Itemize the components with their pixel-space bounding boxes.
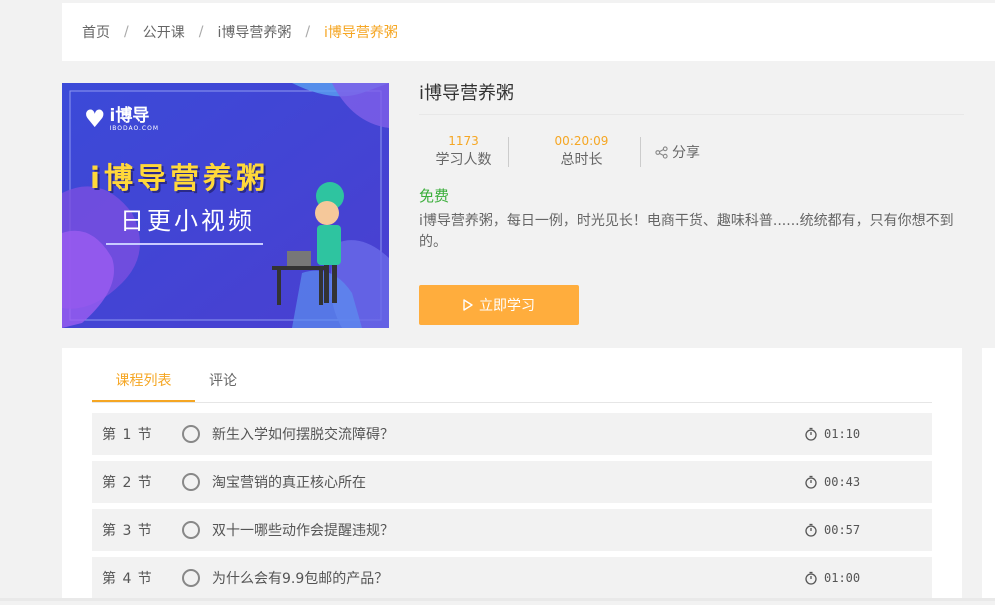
learners-label: 学习人数 xyxy=(435,152,492,168)
stopwatch-icon xyxy=(805,475,817,489)
breadcrumb-separator: / xyxy=(305,24,311,40)
top-bar: 首页 / 公开课 / i博导营养粥 / i博导营养粥 xyxy=(62,3,995,61)
progress-circle-icon xyxy=(182,569,200,587)
tab-comments[interactable]: 评论 xyxy=(197,360,249,402)
lesson-index: 第 1 节 xyxy=(102,427,153,443)
lesson-duration-value: 00:57 xyxy=(824,523,861,537)
breadcrumb-open-course[interactable]: 公开课 xyxy=(143,22,185,42)
duration-value: 00:20:09 xyxy=(554,134,609,148)
course-info: i博导营养粥 1173 学习人数 00:20:09 总时长 分享 免费 i博导营… xyxy=(419,80,964,325)
tab-lesson-list[interactable]: 课程列表 xyxy=(92,360,195,402)
breadcrumb: 首页 / 公开课 / i博导营养粥 / i博导营养粥 xyxy=(82,3,398,61)
course-description: i博导营养粥，每日一例，时光见长！电商干货、趣味科普......统统都有，只有你… xyxy=(419,213,954,250)
stopwatch-icon xyxy=(805,523,817,537)
stopwatch-icon xyxy=(805,571,817,585)
lesson-item[interactable]: 第 2 节 淘宝营销的真正核心所在 00:43 xyxy=(92,461,932,503)
breadcrumb-separator: / xyxy=(198,24,204,40)
duration-stat: 00:20:09 总时长 xyxy=(523,133,640,171)
lesson-duration-value: 00:43 xyxy=(824,475,861,489)
lesson-duration: 00:43 xyxy=(804,461,860,503)
course-banner: ♥ i博导 IBODAO.COM i博导营养粥 日更小视频 xyxy=(62,83,389,328)
banner-logo-sub: IBODAO.COM xyxy=(109,124,160,132)
learners-stat: 1173 学习人数 xyxy=(419,133,508,171)
content-tabs: 课程列表 评论 xyxy=(92,360,932,403)
banner-logo: ♥ i博导 IBODAO.COM xyxy=(84,105,159,133)
heart-logo-icon: ♥ xyxy=(84,105,106,133)
breadcrumb-course[interactable]: i博导营养粥 xyxy=(217,22,291,42)
stat-divider xyxy=(640,137,641,167)
course-title: i博导营养粥 xyxy=(419,80,964,115)
course-content-panel: 课程列表 评论 第 1 节 新生入学如何摆脱交流障碍？ 01:10 第 2 节 … xyxy=(62,348,962,601)
stat-divider xyxy=(508,137,509,167)
lesson-list: 第 1 节 新生入学如何摆脱交流障碍？ 01:10 第 2 节 淘宝营销的真正核… xyxy=(92,413,932,605)
lesson-duration-value: 01:10 xyxy=(824,427,861,441)
progress-circle-icon xyxy=(182,425,200,443)
study-now-label: 立即学习 xyxy=(479,298,535,314)
lesson-item[interactable]: 第 4 节 为什么会有9.9包邮的产品？ 01:00 xyxy=(92,557,932,599)
course-stats: 1173 学习人数 00:20:09 总时长 分享 xyxy=(419,129,964,175)
lesson-duration: 00:57 xyxy=(804,509,860,551)
stopwatch-icon xyxy=(805,427,817,441)
progress-circle-icon xyxy=(182,521,200,539)
study-now-button[interactable]: 立即学习 xyxy=(419,285,579,325)
breadcrumb-current: i博导营养粥 xyxy=(324,25,398,41)
banner-headline: i博导营养粥 xyxy=(90,161,269,195)
lesson-duration: 01:10 xyxy=(804,413,860,455)
lesson-item[interactable]: 第 1 节 新生入学如何摆脱交流障碍？ 01:10 xyxy=(92,413,932,455)
play-icon xyxy=(463,299,473,311)
share-button[interactable]: 分享 xyxy=(655,142,700,162)
banner-logo-text: i博导 xyxy=(109,105,150,126)
lesson-index: 第 3 节 xyxy=(102,523,153,539)
share-label: 分享 xyxy=(672,145,700,161)
lesson-index: 第 2 节 xyxy=(102,475,153,491)
learners-value: 1173 xyxy=(448,134,479,148)
share-icon xyxy=(655,145,668,159)
progress-circle-icon xyxy=(182,473,200,491)
banner-underline xyxy=(106,243,263,245)
side-panel-edge xyxy=(982,348,995,601)
lesson-item[interactable]: 第 3 节 双十一哪些动作会提醒违规？ 00:57 xyxy=(92,509,932,551)
breadcrumb-separator: / xyxy=(124,24,129,40)
lesson-duration-value: 01:00 xyxy=(824,571,861,585)
lesson-duration: 01:00 xyxy=(804,557,860,599)
breadcrumb-home[interactable]: 首页 xyxy=(82,22,110,42)
course-price: 免费 xyxy=(419,187,450,205)
duration-label: 总时长 xyxy=(560,152,603,168)
lesson-index: 第 4 节 xyxy=(102,571,153,587)
banner-subline: 日更小视频 xyxy=(120,207,255,235)
